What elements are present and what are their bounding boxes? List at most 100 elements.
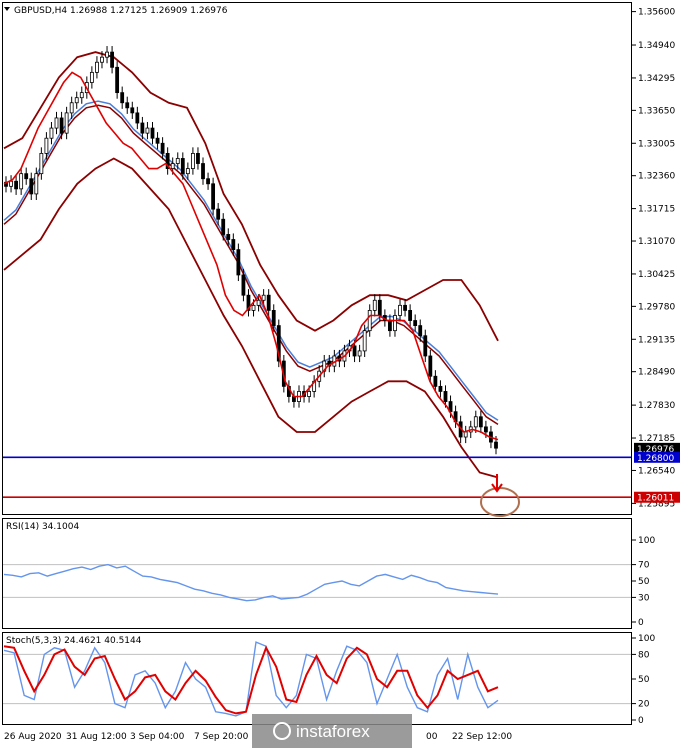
x-tick-label: 3 Sep 04:00 — [130, 732, 185, 742]
candle-body — [362, 330, 367, 352]
candle-body — [29, 178, 34, 195]
candle-body — [100, 56, 104, 63]
candle-body — [216, 208, 221, 220]
candle-body — [14, 180, 19, 190]
candle-body — [307, 391, 311, 397]
x-tick-label: 22 Sep 12:00 — [452, 732, 512, 742]
candle-body — [160, 142, 165, 154]
rsi-main-line — [3, 563, 499, 602]
rsi-y-tick-label: 70 — [638, 561, 650, 571]
candle-body — [211, 183, 216, 210]
candle-body — [49, 127, 54, 139]
candle-body — [115, 66, 120, 94]
candle-body — [398, 304, 402, 316]
candle-body — [39, 153, 44, 175]
price-label: 1.26011 — [637, 494, 674, 504]
candle-body — [478, 416, 483, 428]
candle-body — [206, 178, 210, 185]
stoch-y-tick-label: 50 — [638, 675, 650, 685]
candle-body — [483, 426, 488, 433]
candle-body — [155, 137, 160, 144]
chart-svg: 1.35600 1.34940 1.34295 1.33650 1.33005 1.323… — [2, 2, 680, 748]
rsi-title: RSI(14) 34.1004 — [6, 522, 79, 532]
main-panel-frame — [2, 2, 632, 515]
stoch-y-tick-label: 100 — [638, 634, 655, 644]
candle-body — [69, 102, 74, 114]
price-label: 1.26800 — [637, 454, 674, 464]
candle-body — [393, 315, 397, 332]
y-tick-label: 1.27830 — [638, 401, 675, 411]
candle-body — [44, 137, 49, 154]
candle-body — [226, 234, 231, 240]
title-arrow-icon — [4, 7, 10, 11]
y-tick-label: 1.29780 — [638, 302, 675, 312]
y-tick-label: 1.31715 — [638, 205, 675, 215]
y-tick-label: 1.30425 — [638, 270, 675, 280]
candle-body — [19, 173, 24, 190]
candle-body — [110, 51, 114, 68]
candle-body — [236, 249, 241, 276]
candle-body — [170, 163, 175, 169]
candle-body — [175, 158, 180, 164]
candle-body — [196, 153, 200, 164]
candle-body — [140, 122, 145, 134]
x-tick-label: 26 Aug 2020 — [4, 732, 62, 742]
candle-body — [271, 310, 276, 326]
candle-body — [377, 299, 382, 316]
candle-body — [135, 112, 140, 124]
y-tick-label: 1.28490 — [638, 368, 675, 378]
candle-body — [241, 274, 246, 296]
candle-body — [24, 173, 29, 180]
candle-body — [433, 375, 438, 387]
y-tick-label: 1.33005 — [638, 139, 675, 149]
candle-body — [494, 441, 498, 449]
y-tick-label: 1.33650 — [638, 106, 675, 116]
candle-body — [251, 304, 256, 311]
y-tick-label: 1.35600 — [638, 8, 675, 18]
candle-body — [357, 350, 362, 357]
candle-body — [89, 71, 94, 83]
candle-body — [256, 299, 261, 306]
candle-body — [74, 97, 79, 104]
target-circle — [480, 487, 520, 517]
rsi-y-tick-label: 50 — [638, 577, 650, 587]
watermark-text: instaforex — [296, 722, 370, 741]
stoch-y-tick-label: 80 — [638, 650, 650, 660]
x-tick-label: 00 — [426, 732, 438, 742]
candle-body — [95, 61, 99, 73]
bollinger-lower-line — [3, 157, 499, 479]
candle-body — [388, 320, 392, 332]
candle-body — [180, 158, 185, 175]
candle-body — [266, 294, 271, 311]
candle-body — [403, 304, 407, 311]
candle-body — [125, 102, 130, 109]
candle-body — [120, 92, 125, 104]
candle-body — [221, 218, 226, 235]
candle-body — [105, 51, 109, 58]
ma-blue-line — [3, 100, 499, 421]
rsi-panel-frame — [2, 518, 632, 629]
candle-body — [372, 299, 377, 311]
candle-body — [191, 153, 195, 169]
candle-body — [428, 355, 433, 377]
y-tick-label: 1.34940 — [638, 41, 675, 51]
ma-fast-line — [3, 71, 499, 441]
candle-body — [54, 117, 59, 129]
candle-body — [352, 345, 357, 357]
y-tick-label: 1.31070 — [638, 237, 675, 247]
rsi-y-tick-label: 100 — [638, 536, 655, 546]
candle-body — [261, 294, 266, 301]
rsi-y-tick-label: 30 — [638, 593, 650, 603]
y-tick-label: 1.29135 — [638, 335, 675, 345]
y-tick-label: 1.27185 — [638, 434, 675, 444]
candle-body — [201, 163, 205, 180]
x-tick-label: 31 Aug 12:00 — [66, 732, 127, 742]
candle-body — [438, 385, 443, 392]
candle-body — [408, 310, 413, 321]
y-tick-label: 1.32360 — [638, 172, 675, 182]
candle-body — [59, 117, 64, 134]
candle-body — [9, 180, 13, 187]
candle-body — [64, 112, 69, 134]
candle-body — [150, 127, 155, 139]
candle-body — [443, 391, 448, 402]
